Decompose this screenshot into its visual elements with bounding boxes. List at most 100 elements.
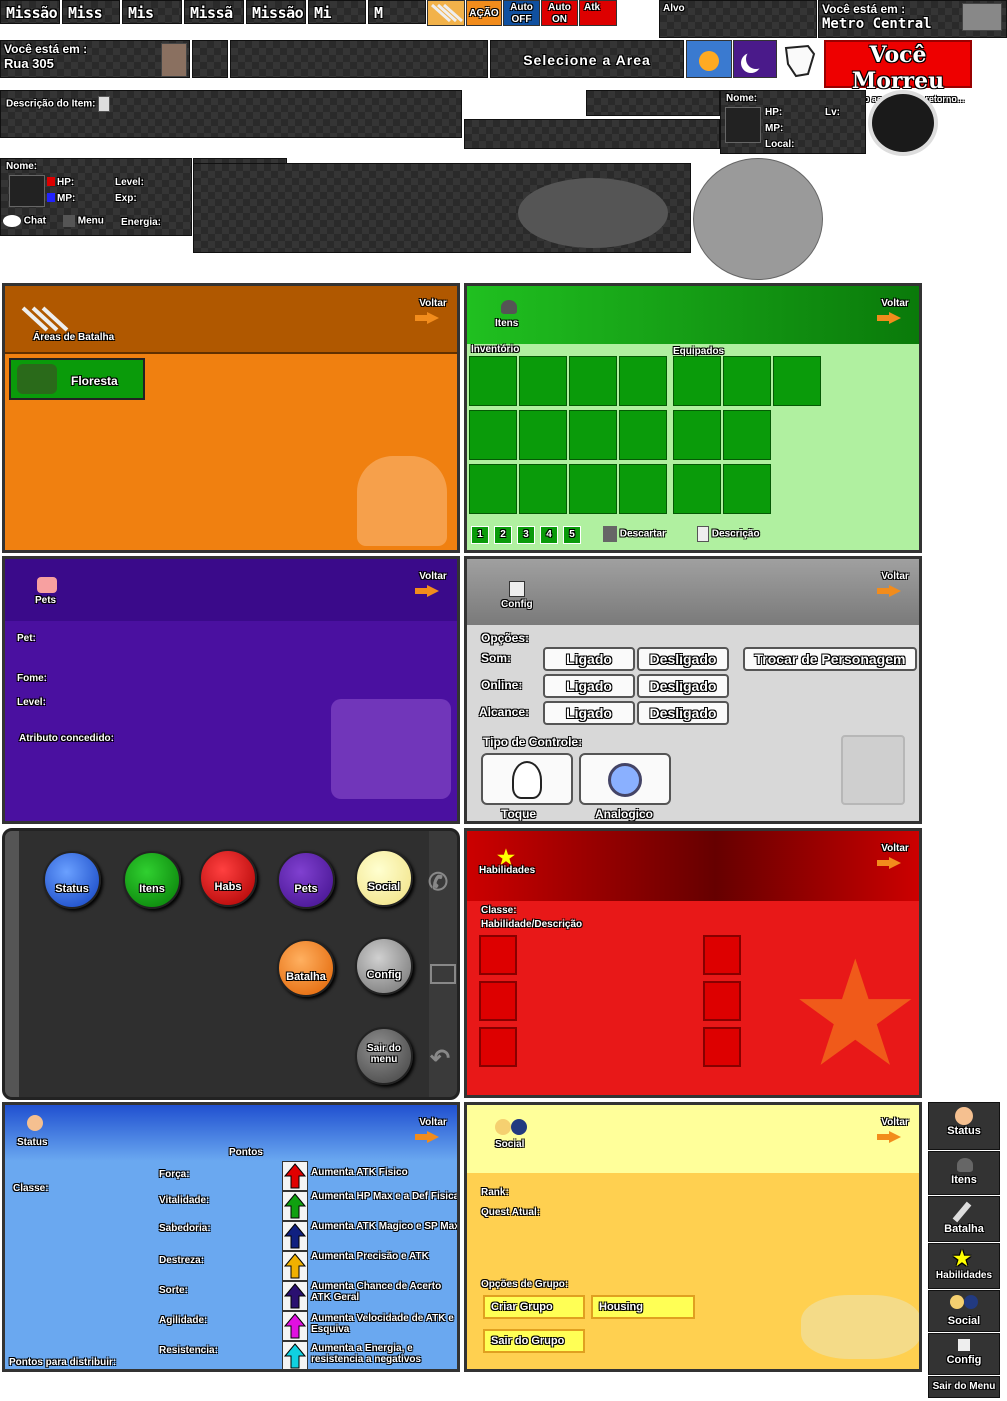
skill-slot[interactable] xyxy=(703,1027,741,1067)
mission-tab-5[interactable]: Missão xyxy=(246,0,306,24)
resistencia-increase-button[interactable] xyxy=(282,1341,308,1369)
sun-icon[interactable] xyxy=(686,40,732,78)
status-voltar-button[interactable]: Voltar xyxy=(415,1117,449,1143)
equip-weapon-slot[interactable] xyxy=(673,356,721,406)
alcance-ligado-button[interactable]: Ligado xyxy=(543,701,635,725)
analogico-button[interactable] xyxy=(579,753,671,805)
criar-grupo-button[interactable]: Criar Grupo xyxy=(483,1295,585,1319)
equip-head-slot[interactable] xyxy=(773,356,821,406)
page-5-button[interactable]: 5 xyxy=(563,526,581,544)
glove-pointer-icon[interactable] xyxy=(778,40,822,80)
inventory-slot[interactable] xyxy=(519,410,567,460)
menu-button[interactable]: Menu xyxy=(63,215,119,235)
mission-tab-2[interactable]: Miss xyxy=(62,0,120,24)
phone-itens-button[interactable]: Itens xyxy=(123,851,181,909)
mission-tab-6[interactable]: Mi xyxy=(308,0,366,24)
back-arrow-icon[interactable]: ↶ xyxy=(430,1044,450,1073)
equip-accessory-slot[interactable] xyxy=(723,410,771,460)
inventory-slot[interactable] xyxy=(569,410,617,460)
inventory-slot[interactable] xyxy=(569,464,617,514)
voltar-label: Voltar xyxy=(419,298,447,309)
joystick-area[interactable] xyxy=(693,158,823,280)
phone-pets-button[interactable]: Pets xyxy=(277,851,335,909)
forca-increase-button[interactable] xyxy=(282,1161,308,1191)
phone-social-button[interactable]: Social xyxy=(355,849,413,907)
page-4-button[interactable]: 4 xyxy=(540,526,558,544)
phone-call-icon[interactable]: ✆ xyxy=(428,868,448,897)
inventory-slot[interactable] xyxy=(619,464,667,514)
pets-voltar-button[interactable]: Voltar xyxy=(415,571,449,597)
equip-armor-slot[interactable] xyxy=(723,356,771,406)
descricao-button[interactable]: Descrição xyxy=(697,526,760,542)
equip-accessory-slot[interactable] xyxy=(673,464,721,514)
skill-slot[interactable] xyxy=(479,935,517,975)
chat-button[interactable]: Chat xyxy=(3,215,59,235)
inventory-slot[interactable] xyxy=(469,410,517,460)
sorte-increase-button[interactable] xyxy=(282,1281,308,1311)
inventory-slot[interactable] xyxy=(619,410,667,460)
mission-tab-1[interactable]: Missão xyxy=(0,0,60,24)
batalha-voltar-button[interactable]: Voltar xyxy=(415,298,449,324)
config-voltar-button[interactable]: Voltar xyxy=(877,571,911,597)
mission-tab-4[interactable]: Missã xyxy=(184,0,244,24)
location-panel: Você está em : Rua 305 xyxy=(0,40,190,78)
online-desligado-button[interactable]: Desligado xyxy=(637,674,729,698)
equip-accessory-slot[interactable] xyxy=(673,410,721,460)
sidebar-item-batalha[interactable]: Batalha xyxy=(928,1196,1000,1242)
sidebar-item-status[interactable]: Status xyxy=(928,1102,1000,1150)
itens-voltar-button[interactable]: Voltar xyxy=(877,298,911,324)
attack-slash-button[interactable] xyxy=(427,0,465,26)
inventory-slot[interactable] xyxy=(519,464,567,514)
area-floresta-button[interactable]: Floresta xyxy=(9,358,145,400)
skill-slot[interactable] xyxy=(703,935,741,975)
skill-slot[interactable] xyxy=(479,1027,517,1067)
destreza-increase-button[interactable] xyxy=(282,1251,308,1281)
select-area-button[interactable]: Selecione a Area xyxy=(490,40,684,78)
phone-status-button[interactable]: Status xyxy=(43,851,101,909)
som-desligado-button[interactable]: Desligado xyxy=(637,647,729,671)
sidebar-item-itens[interactable]: Itens xyxy=(928,1151,1000,1195)
sidebar-item-config[interactable]: Config xyxy=(928,1333,1000,1375)
page-2-button[interactable]: 2 xyxy=(494,526,512,544)
mission-tab-3[interactable]: Mis xyxy=(122,0,182,24)
acao-button[interactable]: AÇÃO xyxy=(466,0,502,26)
alcance-desligado-button[interactable]: Desligado xyxy=(637,701,729,725)
skill-slot[interactable] xyxy=(703,981,741,1021)
sidebar-item-habilidades[interactable]: ★ Habilidades xyxy=(928,1243,1000,1289)
phone-config-button[interactable]: Config xyxy=(355,937,413,995)
descartar-button[interactable]: Descartar xyxy=(603,526,666,542)
housing-button[interactable]: Housing xyxy=(591,1295,695,1319)
page-3-button[interactable]: 3 xyxy=(517,526,535,544)
atk-button[interactable]: Atk xyxy=(579,0,617,26)
minimap-circle[interactable] xyxy=(868,90,938,156)
trocar-personagem-button[interactable]: Trocar de Personagem xyxy=(743,647,917,671)
toque-button[interactable] xyxy=(481,753,573,805)
sair-grupo-button[interactable]: Sair do Grupo xyxy=(483,1329,585,1353)
sidebar-item-sair[interactable]: Sair do Menu xyxy=(928,1376,1000,1398)
phone-habs-button[interactable]: Habs xyxy=(199,849,257,907)
sidebar-item-social[interactable]: Social xyxy=(928,1290,1000,1332)
skill-slot[interactable] xyxy=(479,981,517,1021)
inventory-slot[interactable] xyxy=(469,464,517,514)
sabedoria-increase-button[interactable] xyxy=(282,1221,308,1251)
auto-on-button[interactable]: Auto ON xyxy=(541,0,578,26)
phone-sair-button[interactable]: Sair do menu xyxy=(355,1027,413,1085)
death-notice: Você Morreu Voltando ao ponto de retorno… xyxy=(824,40,972,104)
page-1-button[interactable]: 1 xyxy=(471,526,489,544)
auto-off-button[interactable]: Auto OFF xyxy=(503,0,540,26)
equip-accessory-slot[interactable] xyxy=(723,464,771,514)
online-ligado-button[interactable]: Ligado xyxy=(543,674,635,698)
inventory-slot[interactable] xyxy=(519,356,567,406)
inventory-slot[interactable] xyxy=(469,356,517,406)
inventory-slot[interactable] xyxy=(569,356,617,406)
social-voltar-button[interactable]: Voltar xyxy=(877,1117,911,1143)
moon-icon[interactable] xyxy=(733,40,777,78)
som-ligado-button[interactable]: Ligado xyxy=(543,647,635,671)
phone-batalha-button[interactable]: Batalha xyxy=(277,939,335,997)
inventory-slot[interactable] xyxy=(619,356,667,406)
habilidades-voltar-button[interactable]: Voltar xyxy=(877,843,911,869)
mission-tab-7[interactable]: M xyxy=(368,0,426,24)
chart-icon[interactable] xyxy=(430,964,456,984)
vitalidade-increase-button[interactable] xyxy=(282,1191,308,1221)
agilidade-increase-button[interactable] xyxy=(282,1311,308,1341)
